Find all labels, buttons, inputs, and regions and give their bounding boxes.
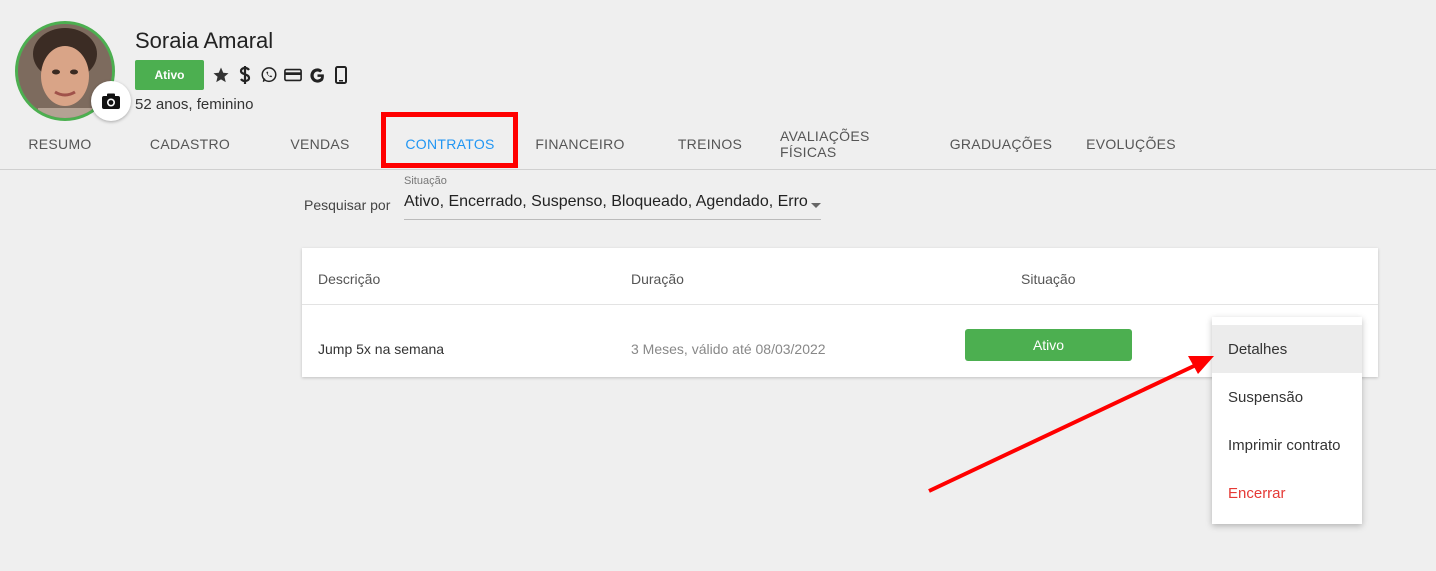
change-photo-button[interactable] bbox=[91, 81, 131, 121]
credit-card-icon[interactable] bbox=[284, 65, 302, 85]
menu-item-suspensao[interactable]: Suspensão bbox=[1212, 373, 1362, 421]
table-header-divider bbox=[302, 304, 1378, 305]
client-avatar-container bbox=[15, 21, 131, 121]
column-header-situacao: Situação bbox=[1021, 271, 1076, 287]
chevron-down-icon bbox=[811, 203, 821, 208]
contract-description: Jump 5x na semana bbox=[318, 341, 445, 357]
menu-item-encerrar[interactable]: Encerrar bbox=[1212, 469, 1362, 517]
tab-bar: RESUMO CADASTRO VENDAS CONTRATOS FINANCE… bbox=[0, 120, 1436, 170]
situacao-select-caption: Situação bbox=[404, 175, 447, 187]
contract-status-badge: Ativo bbox=[965, 329, 1132, 361]
filter-label: Pesquisar por bbox=[304, 197, 391, 213]
tab-evolucoes[interactable]: EVOLUÇÕES bbox=[1070, 120, 1192, 168]
tab-contratos[interactable]: CONTRATOS bbox=[390, 120, 510, 168]
contract-duration: 3 Meses, válido até 08/03/2022 bbox=[631, 341, 826, 357]
tab-vendas[interactable]: VENDAS bbox=[260, 120, 380, 168]
tab-financeiro[interactable]: FINANCEIRO bbox=[520, 120, 640, 168]
tab-avaliacoes-fisicas[interactable]: AVALIAÇÕES FÍSICAS bbox=[780, 120, 930, 168]
dollar-icon[interactable] bbox=[236, 65, 254, 85]
menu-item-detalhes[interactable]: Detalhes bbox=[1212, 325, 1362, 373]
client-status-button[interactable]: Ativo bbox=[135, 60, 204, 90]
client-icon-row bbox=[212, 64, 350, 86]
column-header-descricao: Descrição bbox=[318, 271, 381, 287]
client-age-gender: 52 anos, feminino bbox=[135, 96, 254, 113]
client-name: Soraia Amaral bbox=[135, 28, 274, 53]
menu-item-imprimir-contrato[interactable]: Imprimir contrato bbox=[1212, 421, 1362, 469]
tab-treinos[interactable]: TREINOS bbox=[650, 120, 770, 168]
situacao-select-value: Ativo, Encerrado, Suspenso, Bloqueado, A… bbox=[404, 193, 808, 210]
mobile-phone-icon[interactable] bbox=[332, 65, 350, 85]
tab-resumo[interactable]: RESUMO bbox=[0, 120, 120, 168]
contract-actions-menu: Detalhes Suspensão Imprimir contrato Enc… bbox=[1212, 317, 1362, 524]
column-header-duracao: Duração bbox=[631, 271, 684, 287]
star-icon[interactable] bbox=[212, 65, 230, 85]
tab-graduacoes[interactable]: GRADUAÇÕES bbox=[940, 120, 1062, 168]
whatsapp-icon[interactable] bbox=[260, 65, 278, 85]
camera-icon bbox=[102, 93, 120, 109]
situacao-select[interactable]: Ativo, Encerrado, Suspenso, Bloqueado, A… bbox=[404, 193, 821, 220]
tab-cadastro[interactable]: CADASTRO bbox=[130, 120, 250, 168]
google-icon[interactable] bbox=[308, 65, 326, 85]
